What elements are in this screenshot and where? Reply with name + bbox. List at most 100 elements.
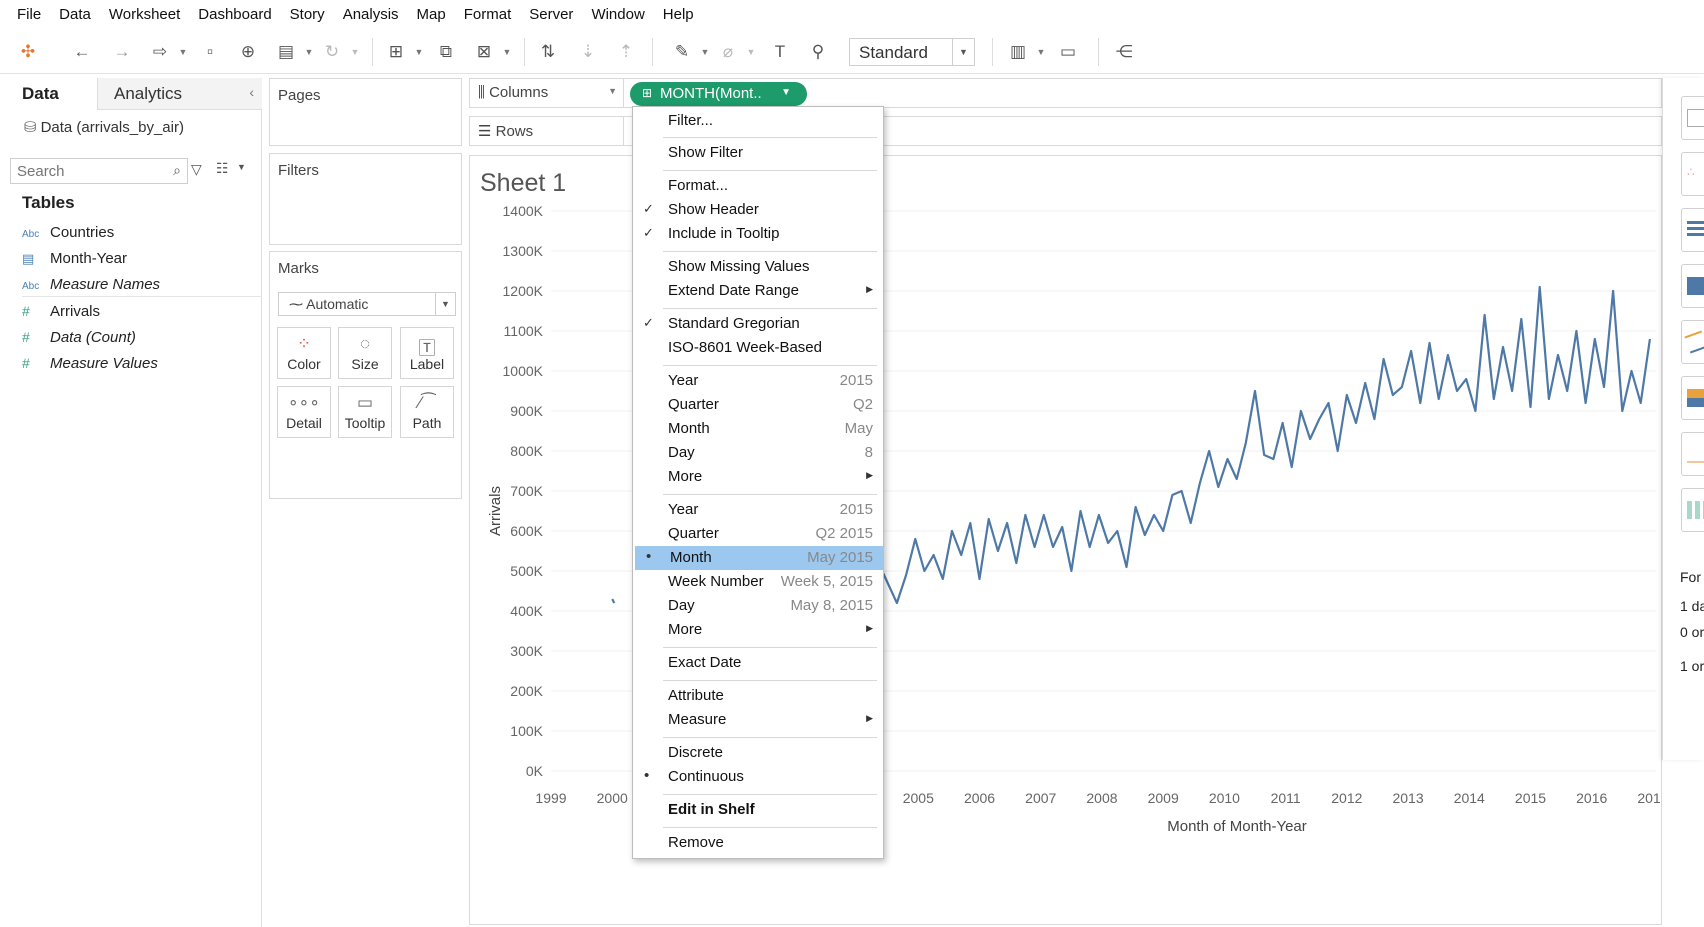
search-icon[interactable]: ⌕	[173, 162, 181, 179]
tab-data[interactable]: Data	[0, 78, 97, 110]
pause-updates-icon[interactable]: ▤	[274, 40, 298, 64]
menu-item-iso-8601-week-based[interactable]: ISO-8601 Week-Based	[633, 336, 883, 360]
group-dropdown-icon[interactable]: ▼	[746, 40, 756, 64]
menu-item-more[interactable]: More ▶	[633, 618, 883, 642]
menu-item-standard-gregorian[interactable]: ✓ Standard Gregorian	[633, 312, 883, 336]
menu-server[interactable]: Server	[520, 6, 582, 23]
collapse-pane-icon[interactable]: ‹	[249, 84, 254, 100]
menu-file[interactable]: File	[8, 6, 50, 23]
symbol-map-thumb[interactable]: ∴	[1681, 152, 1704, 196]
highlight-dropdown-icon[interactable]: ▼	[700, 40, 710, 64]
menu-item-show-missing-values[interactable]: Show Missing Values	[633, 255, 883, 279]
field-data-count[interactable]: # Data (Count)	[22, 329, 136, 346]
clear-sheet-icon[interactable]: ⊠	[472, 40, 496, 64]
pill-dropdown-icon[interactable]: ▼	[781, 87, 791, 98]
fix-axes-icon[interactable]: ⚲	[806, 40, 830, 64]
menu-dashboard[interactable]: Dashboard	[189, 6, 280, 23]
menu-window[interactable]: Window	[582, 6, 653, 23]
new-datasource-icon[interactable]: ⊕	[236, 40, 260, 64]
swap-icon[interactable]: ⇅	[536, 40, 560, 64]
new-worksheet-icon[interactable]: ⊞	[384, 40, 408, 64]
menu-item-quarter[interactable]: Quarter Q2 2015	[633, 522, 883, 546]
field-arrivals[interactable]: # Arrivals	[22, 303, 100, 320]
series-line-start[interactable]	[611, 598, 616, 604]
tooltip-button[interactable]: ▭ Tooltip	[338, 386, 392, 438]
filters-card[interactable]: Filters	[269, 153, 462, 245]
menu-item-year[interactable]: Year 2015	[633, 498, 883, 522]
refresh-dropdown-icon[interactable]: ▼	[350, 40, 360, 64]
show-labels-icon[interactable]: T	[768, 40, 792, 64]
text-table-thumb[interactable]	[1681, 96, 1704, 140]
menu-item-month[interactable]: Month May	[633, 417, 883, 441]
menu-item-week-number[interactable]: Week Number Week 5, 2015	[633, 570, 883, 594]
sort-descending-icon[interactable]: ⇡	[614, 40, 638, 64]
lines-thumb[interactable]	[1681, 320, 1704, 364]
replay-dropdown-icon[interactable]: ▼	[178, 40, 188, 64]
show-me-dropdown-icon[interactable]: ▼	[1036, 40, 1046, 64]
menu-item-day[interactable]: Day 8	[633, 441, 883, 465]
show-me-icon[interactable]: ▥	[1006, 40, 1030, 64]
filter-icon[interactable]: ▽	[191, 161, 202, 178]
menu-story[interactable]: Story	[281, 6, 334, 23]
menu-item-edit-in-shelf[interactable]: Edit in Shelf	[633, 798, 883, 822]
tableau-logo-icon[interactable]: ✣	[16, 40, 40, 64]
series-line-arrivals[interactable]	[859, 285, 1651, 605]
label-button[interactable]: 🅃 Label	[400, 327, 454, 379]
menu-item-filter[interactable]: Filter...	[633, 109, 883, 133]
fit-dropdown[interactable]: Standard ▼	[849, 38, 975, 66]
menu-format[interactable]: Format	[455, 6, 521, 23]
share-icon[interactable]: ⋲	[1112, 40, 1136, 64]
clear-sheet-dropdown-icon[interactable]: ▼	[502, 40, 512, 64]
duplicate-sheet-icon[interactable]: ⧉	[434, 40, 458, 64]
month-pill[interactable]: ⊞ MONTH(Mont.. ▼	[630, 82, 807, 106]
refresh-icon[interactable]: ↻	[320, 40, 344, 64]
menu-item-discrete[interactable]: Discrete	[633, 741, 883, 765]
tab-analytics[interactable]: Analytics ‹	[97, 78, 262, 110]
field-measure-names[interactable]: Abc Measure Names	[22, 276, 160, 293]
undo-icon[interactable]: ←	[70, 40, 94, 64]
menu-item-day[interactable]: Day May 8, 2015	[633, 594, 883, 618]
heat-map-thumb[interactable]	[1681, 488, 1704, 532]
field-countries[interactable]: Abc Countries	[22, 224, 114, 241]
highlight-icon[interactable]: ✎	[670, 40, 694, 64]
detail-button[interactable]: ∘∘∘ Detail	[277, 386, 331, 438]
presentation-icon[interactable]: ▭	[1056, 40, 1080, 64]
stacked-bars-thumb[interactable]	[1681, 264, 1704, 308]
save-icon[interactable]: ▫	[198, 40, 222, 64]
menu-item-extend-date-range[interactable]: Extend Date Range ▶	[633, 279, 883, 303]
menu-item-more[interactable]: More ▶	[633, 465, 883, 489]
color-button[interactable]: ⁘ Color	[277, 327, 331, 379]
menu-item-show-filter[interactable]: Show Filter	[633, 141, 883, 165]
path-button[interactable]: ⁄⁀ Path	[400, 386, 454, 438]
menu-help[interactable]: Help	[654, 6, 703, 23]
sort-ascending-icon[interactable]: ⇣	[576, 40, 600, 64]
view-options-dropdown-icon[interactable]: ▼	[237, 162, 246, 172]
menu-item-year[interactable]: Year 2015	[633, 369, 883, 393]
menu-item-remove[interactable]: Remove	[633, 831, 883, 855]
menu-item-month[interactable]: • Month May 2015	[635, 546, 883, 570]
mark-type-dropdown[interactable]: ⁓ Automatic ▼	[278, 292, 456, 316]
menu-item-quarter[interactable]: Quarter Q2	[633, 393, 883, 417]
area-thumb[interactable]	[1681, 376, 1704, 420]
menu-analysis[interactable]: Analysis	[334, 6, 408, 23]
size-button[interactable]: ◌ Size	[338, 327, 392, 379]
view-options-icon[interactable]: ☷	[216, 160, 229, 177]
pause-dropdown-icon[interactable]: ▼	[304, 40, 314, 64]
group-icon[interactable]: ⌀	[716, 40, 740, 64]
menu-item-attribute[interactable]: Attribute	[633, 684, 883, 708]
menu-item-exact-date[interactable]: Exact Date	[633, 651, 883, 675]
horizontal-bars-thumb[interactable]	[1681, 208, 1704, 252]
search-input[interactable]	[11, 159, 161, 183]
field-measure-values[interactable]: # Measure Values	[22, 355, 158, 372]
dual-lines-thumb[interactable]	[1681, 432, 1704, 476]
menu-item-format[interactable]: Format...	[633, 174, 883, 198]
menu-item-measure[interactable]: Measure ▶	[633, 708, 883, 732]
datasource-item[interactable]: ⛁ Data (arrivals_by_air)	[24, 118, 184, 136]
menu-map[interactable]: Map	[408, 6, 455, 23]
menu-worksheet[interactable]: Worksheet	[100, 6, 189, 23]
menu-item-include-in-tooltip[interactable]: ✓ Include in Tooltip	[633, 222, 883, 246]
pages-card[interactable]: Pages	[269, 78, 462, 146]
menu-item-show-header[interactable]: ✓ Show Header	[633, 198, 883, 222]
field-month-year[interactable]: ▤ Month-Year	[22, 250, 127, 267]
menu-data[interactable]: Data	[50, 6, 100, 23]
